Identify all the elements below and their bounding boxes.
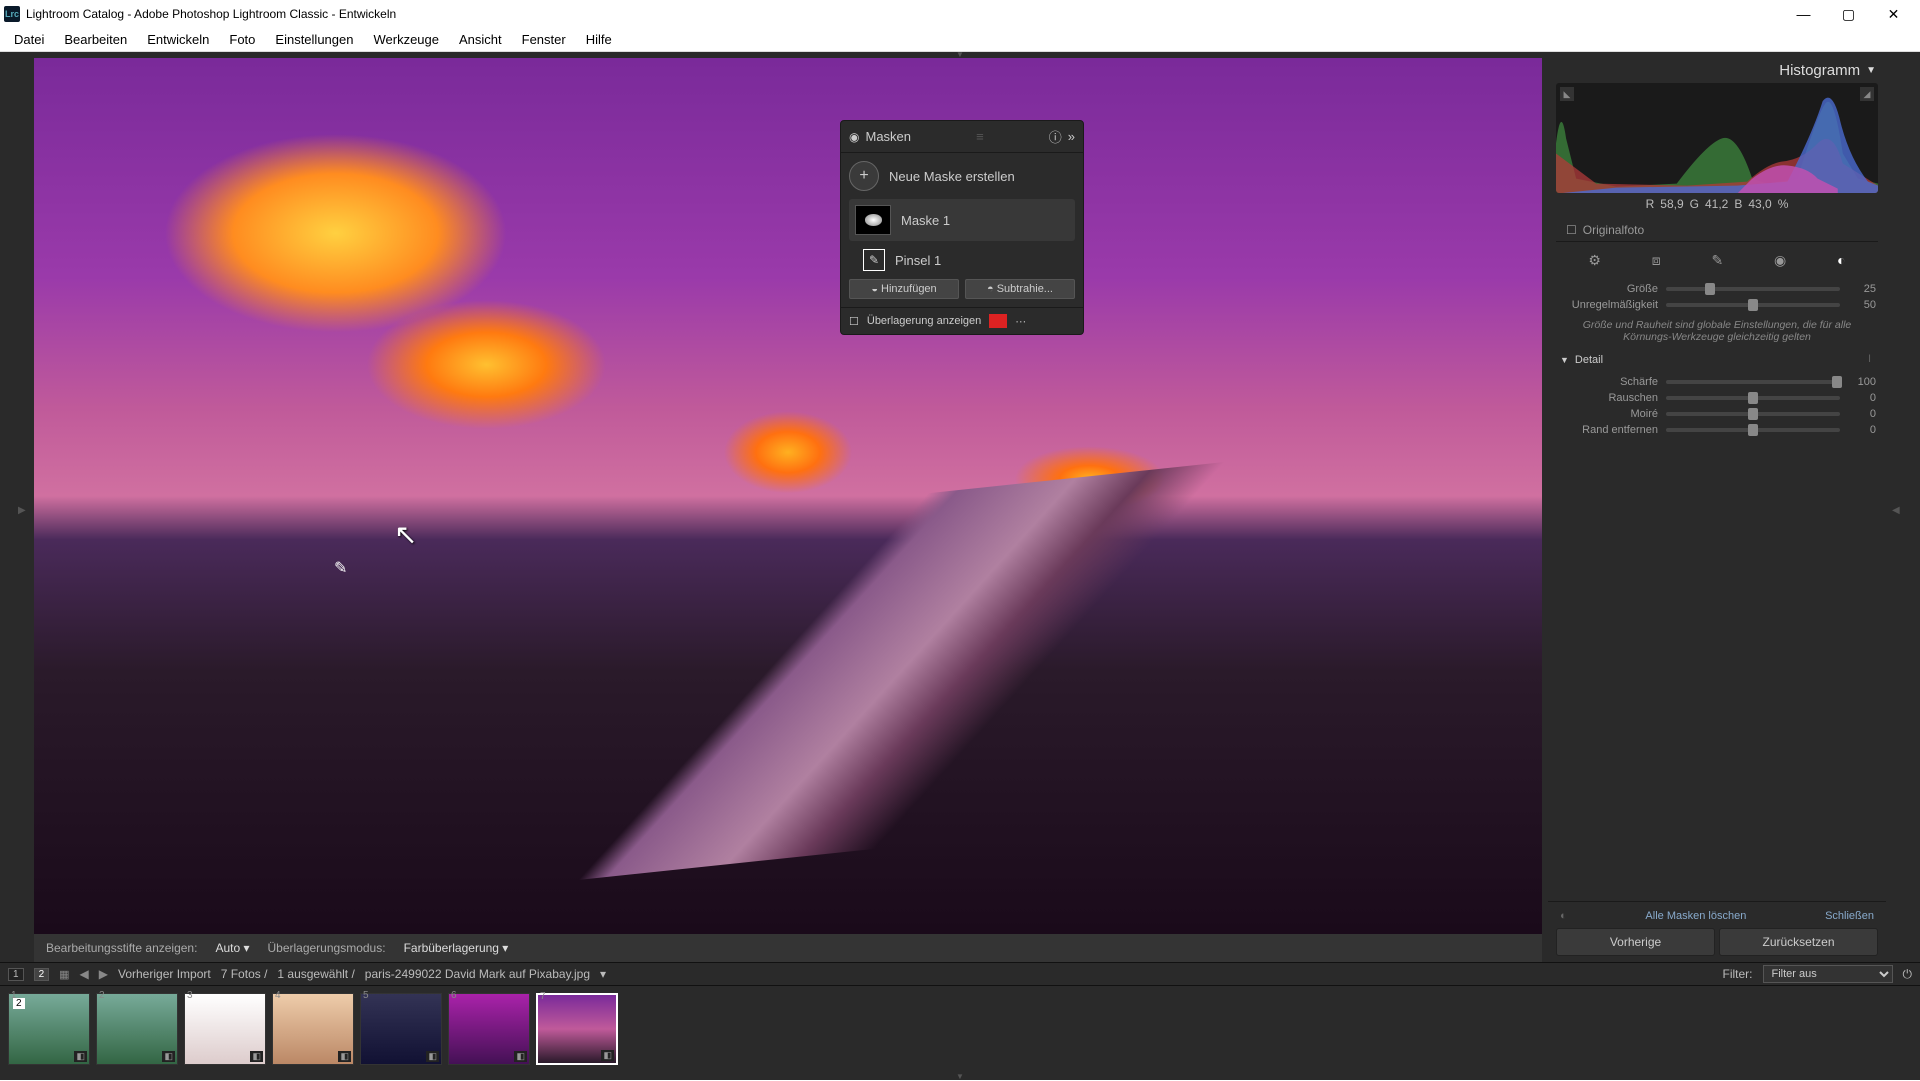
mask-item-1[interactable]: Maske 1 [849, 199, 1075, 241]
menu-einstellungen[interactable]: Einstellungen [265, 30, 363, 49]
window-title: Lightroom Catalog - Adobe Photoshop Ligh… [26, 7, 1781, 21]
titlebar: Lrc Lightroom Catalog - Adobe Photoshop … [0, 0, 1920, 28]
menubar: Datei Bearbeiten Entwickeln Foto Einstel… [0, 28, 1920, 52]
chevron-down-icon: ▼ [1560, 355, 1569, 365]
thumbnail-1[interactable]: 12◧ [8, 993, 90, 1065]
menu-entwickeln[interactable]: Entwickeln [137, 30, 219, 49]
reset-button[interactable]: Zurücksetzen [1719, 928, 1878, 956]
eye-icon[interactable]: ◉ [849, 130, 859, 144]
screen-mode-1[interactable]: 1 [8, 968, 24, 981]
right-panel-handle[interactable]: ◀ [1892, 58, 1902, 962]
menu-datei[interactable]: Datei [4, 30, 54, 49]
slider-rauschen[interactable]: Rauschen 0 [1558, 392, 1876, 404]
checkbox-icon: ☐ [1566, 223, 1577, 237]
left-panel-handle[interactable]: ▶ [18, 58, 28, 962]
thumbnail-6[interactable]: 6◧ [448, 993, 530, 1065]
thumbnail-4[interactable]: 4◧ [272, 993, 354, 1065]
slider-schaerfe[interactable]: Schärfe 100 [1558, 376, 1876, 388]
filter-label: Filter: [1723, 967, 1753, 981]
section-detail[interactable]: ▼ Detail ⏽ [1558, 347, 1876, 372]
filmstrip[interactable]: 12◧ 2◧ 3◧ 4◧ 5◧ 6◧ 7◧ [0, 986, 1920, 1072]
rgb-readout: R58,9 G41,2 B43,0 % [1548, 193, 1886, 215]
workspace: ▼ ▶ ↖ ✎ Bearbeitungsstifte anzeigen: Aut… [0, 52, 1920, 1080]
slider-moire[interactable]: Moiré 0 [1558, 408, 1876, 420]
overlay-color-swatch[interactable] [989, 314, 1007, 328]
image-canvas[interactable]: ↖ ✎ [34, 58, 1542, 934]
plus-icon: + [849, 161, 879, 191]
thumbnail-3[interactable]: 3◧ [184, 993, 266, 1065]
subtract-mask-button[interactable]: ◓ Subtrahie... [965, 279, 1075, 299]
menu-fenster[interactable]: Fenster [512, 30, 576, 49]
brush-cursor-icon: ✎ [334, 558, 347, 578]
close-panel-link[interactable]: Schließen [1825, 910, 1874, 922]
tool-options-bar: Bearbeitungsstifte anzeigen: Auto ▾ Über… [34, 934, 1542, 962]
panel-actions: ◐ Alle Masken löschen Schließen Vorherig… [1548, 901, 1886, 962]
menu-hilfe[interactable]: Hilfe [576, 30, 622, 49]
redeye-tool-icon[interactable]: ◉ [1774, 252, 1786, 269]
thumbnail-2[interactable]: 2◧ [96, 993, 178, 1065]
screen-mode-2[interactable]: 2 [34, 968, 50, 981]
brush-item-1[interactable]: Pinsel 1 [895, 253, 941, 268]
selected-count: 1 ausgewählt / [277, 967, 354, 981]
section-toggle-icon[interactable]: ⏽ [1865, 353, 1874, 366]
menu-bearbeiten[interactable]: Bearbeiten [54, 30, 137, 49]
minimize-button[interactable]: — [1781, 0, 1826, 28]
bottom-panel-handle[interactable]: ▼ [0, 1072, 1920, 1080]
grid-icon[interactable]: ▦ [59, 968, 69, 981]
mask-panel-title: Masken [865, 129, 911, 144]
close-button[interactable]: ✕ [1871, 0, 1916, 28]
overlay-checkbox[interactable]: ☐ [849, 315, 859, 328]
heal-tool-icon[interactable]: ✎ [1712, 252, 1724, 269]
thumbnail-5[interactable]: 5◧ [360, 993, 442, 1065]
histogram-header[interactable]: Histogramm ▼ [1548, 58, 1886, 83]
preview-toggle-icon[interactable]: ◐ [1560, 910, 1567, 922]
app-icon: Lrc [4, 6, 20, 22]
filter-lock-icon[interactable]: ⏻ [1903, 967, 1913, 982]
grain-hint: Größe und Rauheit sind globale Einstellu… [1558, 315, 1876, 347]
filmstrip-header: 1 2 ▦ ◀ ▶ Vorheriger Import 7 Fotos / 1 … [0, 962, 1920, 986]
original-checkbox[interactable]: ☐ Originalfoto [1556, 219, 1878, 242]
create-mask-button[interactable]: + Neue Maske erstellen [849, 161, 1075, 191]
more-icon[interactable]: ⋯ [1015, 315, 1026, 328]
chevron-down-icon: ▼ [1866, 65, 1876, 76]
collapse-icon[interactable]: » [1068, 129, 1075, 144]
filter-dropdown[interactable]: Filter aus [1763, 965, 1893, 983]
develop-tools: ⚙ ⧈ ✎ ◉ ◐ [1548, 246, 1886, 275]
next-photo-button[interactable]: ▶ [99, 967, 108, 981]
overlay-label: Überlagerung anzeigen [867, 315, 981, 327]
prev-photo-button[interactable]: ◀ [80, 967, 89, 981]
thumbnail-7[interactable]: 7◧ [536, 993, 618, 1065]
crop-tool-icon[interactable]: ⧈ [1652, 252, 1661, 269]
drag-handle-icon[interactable]: ≡ [917, 129, 1043, 144]
cursor-icon: ↖ [394, 518, 417, 551]
histogram-title: Histogramm [1779, 62, 1860, 79]
right-panel: Histogramm ▼ ◣ ◢ R58,9 G41,2 B43,0 % [1548, 58, 1886, 962]
previous-button[interactable]: Vorherige [1556, 928, 1715, 956]
adjustment-sliders: Größe 25 Unregelmäßigkeit 50 Größe und R… [1548, 275, 1886, 901]
overlay-mode-dropdown[interactable]: Farbüberlagerung ▾ [404, 941, 509, 955]
mask-thumb [855, 205, 891, 235]
add-mask-button[interactable]: ◒ Hinzufügen [849, 279, 959, 299]
menu-werkzeuge[interactable]: Werkzeuge [363, 30, 449, 49]
menu-ansicht[interactable]: Ansicht [449, 30, 512, 49]
menu-foto[interactable]: Foto [219, 30, 265, 49]
slider-rand-entfernen[interactable]: Rand entfernen 0 [1558, 424, 1876, 436]
overlay-mode-label: Überlagerungsmodus: [267, 941, 385, 955]
slider-groesse[interactable]: Größe 25 [1558, 283, 1876, 295]
mask-tool-icon[interactable]: ◐ [1837, 252, 1845, 269]
mask-panel[interactable]: ◉ Masken ≡ ⓘ » + Neue Maske erstellen Ma… [840, 120, 1084, 335]
source-label[interactable]: Vorheriger Import [118, 967, 211, 981]
histogram[interactable]: ◣ ◢ [1556, 83, 1878, 193]
maximize-button[interactable]: ▢ [1826, 0, 1871, 28]
clear-masks-link[interactable]: Alle Masken löschen [1645, 910, 1746, 922]
slider-unregelmaessigkeit[interactable]: Unregelmäßigkeit 50 [1558, 299, 1876, 311]
help-icon[interactable]: ⓘ [1049, 127, 1062, 146]
brush-icon[interactable]: ✎ [863, 249, 885, 271]
edit-tool-icon[interactable]: ⚙ [1588, 252, 1601, 269]
photo-count: 7 Fotos / [221, 967, 268, 981]
pins-mode-dropdown[interactable]: Auto ▾ [215, 941, 249, 955]
pins-label: Bearbeitungsstifte anzeigen: [46, 941, 197, 955]
current-filename[interactable]: paris-2499022 David Mark auf Pixabay.jpg [365, 967, 590, 981]
